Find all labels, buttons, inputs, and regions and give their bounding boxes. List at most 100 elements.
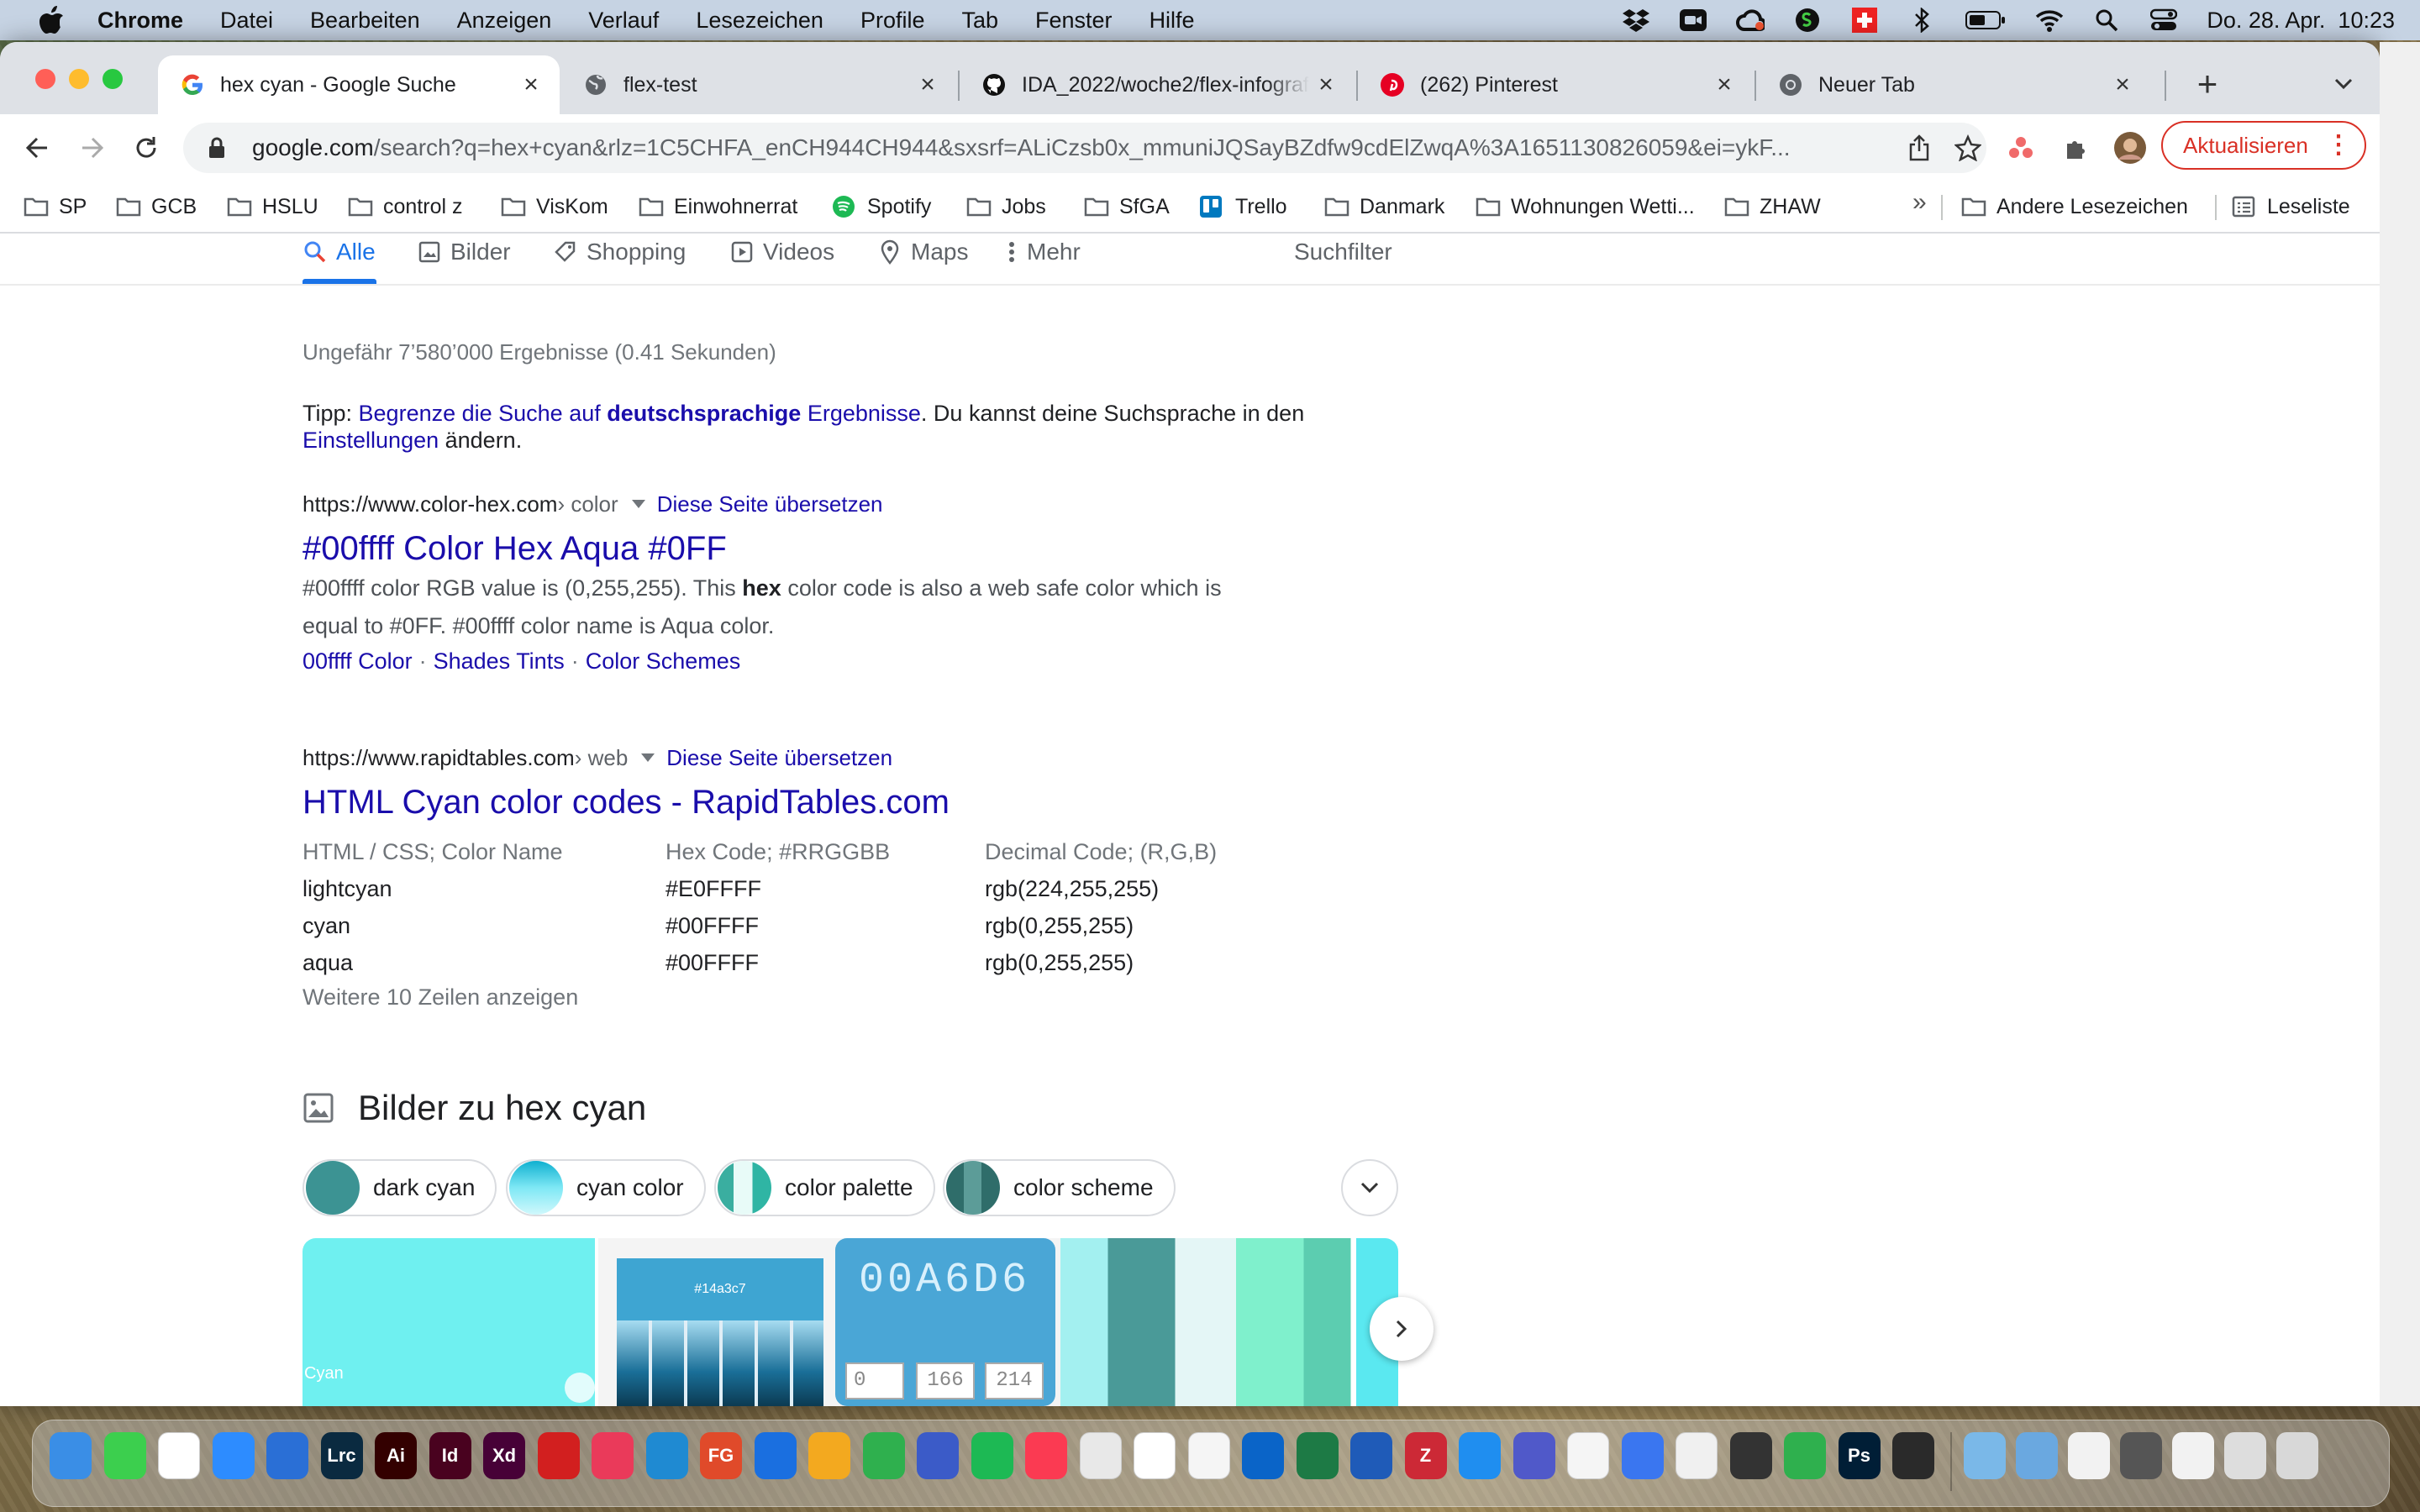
close-tab-icon[interactable]: × (2106, 71, 2139, 99)
bookmark-other-bookmarks[interactable]: Andere Lesezeichen (1961, 181, 2188, 232)
image-thumbnail[interactable]: Cyan (302, 1238, 595, 1406)
result-cite[interactable]: https://www.rapidtables.com › web Diese … (302, 743, 1412, 773)
address-bar[interactable]: google.com/search?q=hex+cyan&rlz=1C5CHFA… (183, 123, 1986, 173)
asana-extension-icon[interactable] (2000, 126, 2042, 170)
bookmark-wohnungen-wetti[interactable]: Wohnungen Wetti... (1476, 181, 1695, 232)
menubar-clock[interactable]: Do. 28. Apr. 10:23 (2207, 8, 2395, 34)
asana-app-icon[interactable] (1567, 1432, 1609, 1479)
screenshot-stack-icon[interactable] (2119, 1432, 2162, 1479)
close-tab-icon[interactable]: × (1309, 71, 1343, 99)
calendar-icon[interactable] (158, 1432, 200, 1479)
tab-videos[interactable]: Videos (729, 235, 834, 284)
tab-bilder[interactable]: Bilder (417, 235, 511, 284)
zoom-window-button[interactable] (103, 69, 123, 89)
tab-mehr[interactable]: Mehr (1005, 235, 1081, 284)
restrict-language-link[interactable]: Begrenze die Suche auf deutschsprachige … (359, 401, 921, 426)
illustrator-icon[interactable]: Ai (375, 1432, 417, 1479)
menu-app-chrome[interactable]: Chrome (97, 8, 183, 34)
photos-icon[interactable] (1187, 1432, 1230, 1479)
translate-link[interactable]: Diese Seite übersetzen (666, 745, 892, 771)
evernote-alt-icon[interactable] (1784, 1432, 1826, 1479)
tab-alle[interactable]: Alle (302, 235, 376, 284)
music-icon[interactable] (1025, 1432, 1067, 1479)
money-app-icon[interactable] (1793, 7, 1822, 34)
bookmark-danmark[interactable]: Danmark (1324, 181, 1444, 232)
dropbox-icon[interactable] (1622, 7, 1650, 34)
applications-folder-icon[interactable] (2015, 1432, 2058, 1479)
apple-icon[interactable] (34, 3, 69, 38)
settings-link[interactable]: Einstellungen (302, 428, 439, 453)
cite-menu-icon[interactable] (641, 753, 655, 762)
bookmark-einwohnerrat[interactable]: Einwohnerrat (639, 181, 797, 232)
tab-shopping[interactable]: Shopping (553, 235, 686, 284)
bookmark-star-icon[interactable] (1951, 131, 1985, 165)
spotify-app-icon[interactable] (971, 1432, 1013, 1479)
translate-link[interactable]: Diese Seite übersetzen (657, 491, 883, 517)
bookmark-sfga[interactable]: SfGA (1084, 181, 1170, 232)
back-arrow-icon[interactable] (15, 126, 59, 170)
excel-icon[interactable] (1296, 1432, 1339, 1479)
word-icon[interactable] (1350, 1432, 1392, 1479)
slack-icon[interactable] (1134, 1432, 1176, 1479)
tab-github[interactable]: IDA_2022/woche2/flex-infografik × (960, 55, 1355, 114)
minimize-window-button[interactable] (69, 69, 89, 89)
bookmark-viskom[interactable]: VisKom (501, 181, 608, 232)
bookmark-gcb[interactable]: GCB (116, 181, 197, 232)
chip-color-scheme[interactable]: color scheme (943, 1159, 1176, 1216)
bookmark-control-z[interactable]: control z (348, 181, 462, 232)
textedit-icon[interactable] (1676, 1432, 1718, 1479)
image-thumbnail[interactable] (1060, 1238, 1398, 1406)
printer-icon[interactable] (1729, 1432, 1772, 1479)
vscode-icon[interactable] (645, 1432, 688, 1479)
sitelink[interactable]: Color Schemes (586, 648, 741, 674)
bookmarks-overflow-icon[interactable]: » (1912, 188, 1927, 217)
menu-verlauf[interactable]: Verlauf (588, 8, 659, 34)
chevron-right-icon[interactable] (1370, 1297, 1434, 1361)
menu-lesezeichen[interactable]: Lesezeichen (696, 8, 823, 34)
tab-pinterest[interactable]: (262) Pinterest × (1358, 55, 1753, 114)
teams-icon[interactable] (1512, 1432, 1555, 1479)
xd-icon[interactable]: Xd (483, 1432, 525, 1479)
safari-icon[interactable] (266, 1432, 308, 1479)
show-more-rows-link[interactable]: Weitere 10 Zeilen anzeigen (302, 984, 1412, 1011)
menu-hilfe[interactable]: Hilfe (1150, 8, 1195, 34)
indesign-icon[interactable]: Id (429, 1432, 471, 1479)
screenshot-stack-icon-2[interactable] (2223, 1432, 2266, 1479)
tools-button[interactable]: Suchfilter (1294, 235, 1392, 284)
share-icon[interactable] (1902, 131, 1936, 165)
bookmark-zhaw[interactable]: ZHAW (1724, 181, 1821, 232)
mail-app-icon[interactable] (917, 1432, 959, 1479)
avatar[interactable] (2109, 126, 2151, 170)
signal-icon[interactable] (1621, 1432, 1664, 1479)
downloads-folder-icon[interactable] (1963, 1432, 2006, 1479)
evernote-icon[interactable] (862, 1432, 905, 1479)
bluetooth-icon[interactable] (1907, 7, 1936, 34)
extensions-puzzle-icon[interactable] (2055, 126, 2097, 170)
bookmark-jobs[interactable]: Jobs (966, 181, 1046, 232)
zoom-icon[interactable] (212, 1432, 255, 1479)
forward-arrow-icon[interactable] (71, 126, 114, 170)
creative-cloud-icon[interactable] (1736, 7, 1765, 34)
fontforge-icon[interactable]: FG (700, 1432, 742, 1479)
keynote-icon[interactable] (1459, 1432, 1501, 1479)
update-chrome-button[interactable]: Aktualisieren ⋮ (2161, 121, 2366, 170)
tab-search-chevron-icon[interactable] (2323, 62, 2365, 106)
outlook-icon[interactable] (1242, 1432, 1284, 1479)
bookmark-spotify[interactable]: Spotify (832, 181, 931, 232)
tab-neuer-tab[interactable]: Neuer Tab × (1756, 55, 2151, 114)
trash-icon[interactable] (2275, 1432, 2318, 1479)
menu-datei[interactable]: Datei (220, 8, 273, 34)
tab-hex-cyan[interactable]: hex cyan - Google Suche × (158, 55, 560, 114)
cite-menu-icon[interactable] (631, 500, 645, 508)
reload-icon[interactable] (124, 126, 168, 170)
menu-fenster[interactable]: Fenster (1035, 8, 1113, 34)
acrobat-icon[interactable] (537, 1432, 580, 1479)
bookmark-trello[interactable]: Trello (1200, 181, 1287, 232)
chip-dark-cyan[interactable]: dark cyan (302, 1159, 497, 1216)
zotero-icon[interactable]: Z (1404, 1432, 1447, 1479)
menu-bearbeiten[interactable]: Bearbeiten (310, 8, 420, 34)
sitelink[interactable]: 00ffff Color (302, 648, 413, 674)
chrome-menu-icon[interactable]: ⋮ (2326, 129, 2351, 161)
finder-icon[interactable] (50, 1432, 92, 1479)
url-text[interactable]: google.com/search?q=hex+cyan&rlz=1C5CHFA… (252, 134, 1865, 161)
